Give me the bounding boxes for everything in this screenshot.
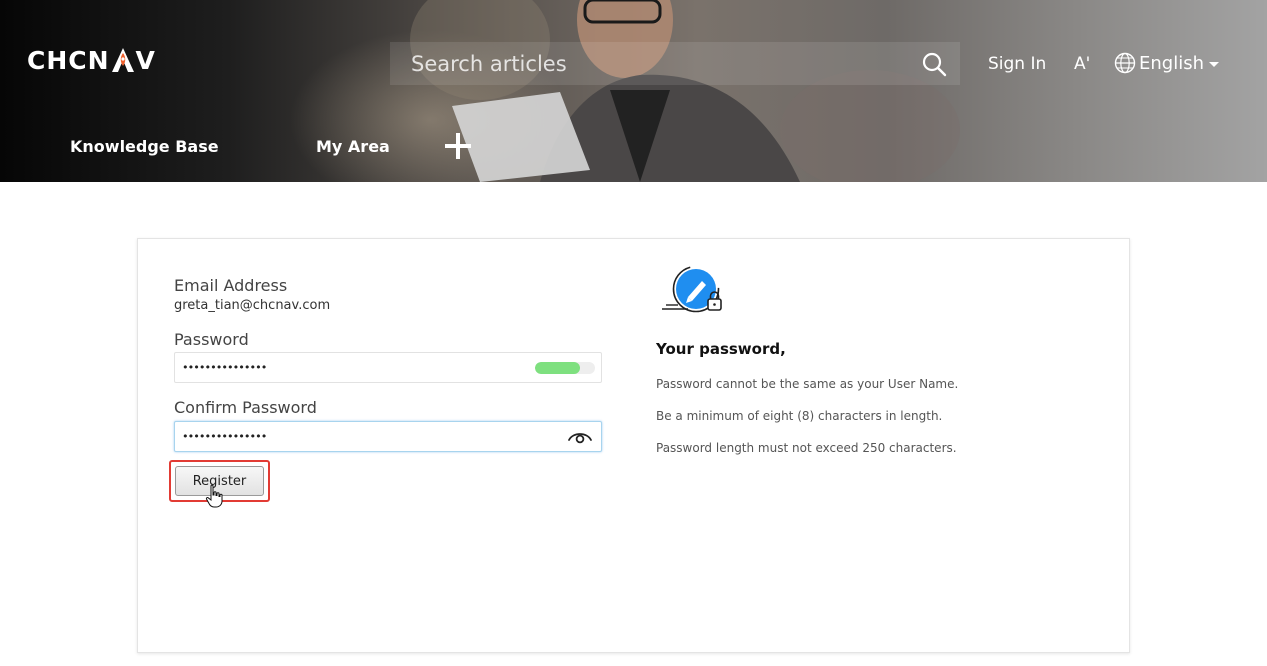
eye-icon[interactable] [567, 428, 593, 446]
font-size-icon[interactable]: A' [1074, 53, 1090, 75]
password-rule-item: Be a minimum of eight (8) characters in … [656, 409, 943, 423]
language-label: English [1139, 52, 1204, 74]
confirm-password-label: Confirm Password [174, 398, 317, 417]
confirm-password-input[interactable] [175, 422, 567, 451]
search-input[interactable] [390, 42, 908, 85]
nav-my-area[interactable]: My Area [316, 137, 390, 157]
password-rule-item: Password cannot be the same as your User… [656, 377, 959, 391]
password-rules-title: Your password, [656, 340, 786, 358]
password-field-wrapper [174, 352, 602, 383]
confirm-password-field-wrapper [174, 421, 602, 452]
chevron-down-icon [1209, 62, 1219, 67]
sign-in-link[interactable]: Sign In [988, 53, 1046, 75]
plus-icon[interactable] [442, 130, 474, 162]
language-selector[interactable]: English [1114, 52, 1219, 74]
logo-text-right: V [135, 45, 156, 75]
search-bar [390, 42, 960, 85]
hand-cursor-icon [205, 484, 223, 508]
register-card: Email Address greta_tian@chcnav.com Pass… [137, 238, 1130, 653]
globe-icon [1114, 52, 1136, 74]
logo-a-rocket-icon [111, 48, 134, 72]
password-rule-item: Password length must not exceed 250 char… [656, 441, 957, 455]
logo-text-left: CHCN [27, 45, 110, 75]
nav-knowledge-base[interactable]: Knowledge Base [70, 137, 219, 157]
email-label: Email Address [174, 276, 288, 295]
site-header: CHCN V Sign In A' English Knowledge Base [0, 0, 1267, 182]
email-value: greta_tian@chcnav.com [174, 298, 331, 313]
search-icon [922, 52, 947, 76]
password-strength-bar [535, 361, 595, 374]
password-lock-icon [662, 265, 722, 313]
password-strength-fill [535, 361, 580, 374]
search-button[interactable] [908, 42, 960, 85]
chcnav-logo[interactable]: CHCN V [27, 44, 156, 76]
password-input[interactable] [175, 353, 535, 382]
password-label: Password [174, 330, 249, 349]
